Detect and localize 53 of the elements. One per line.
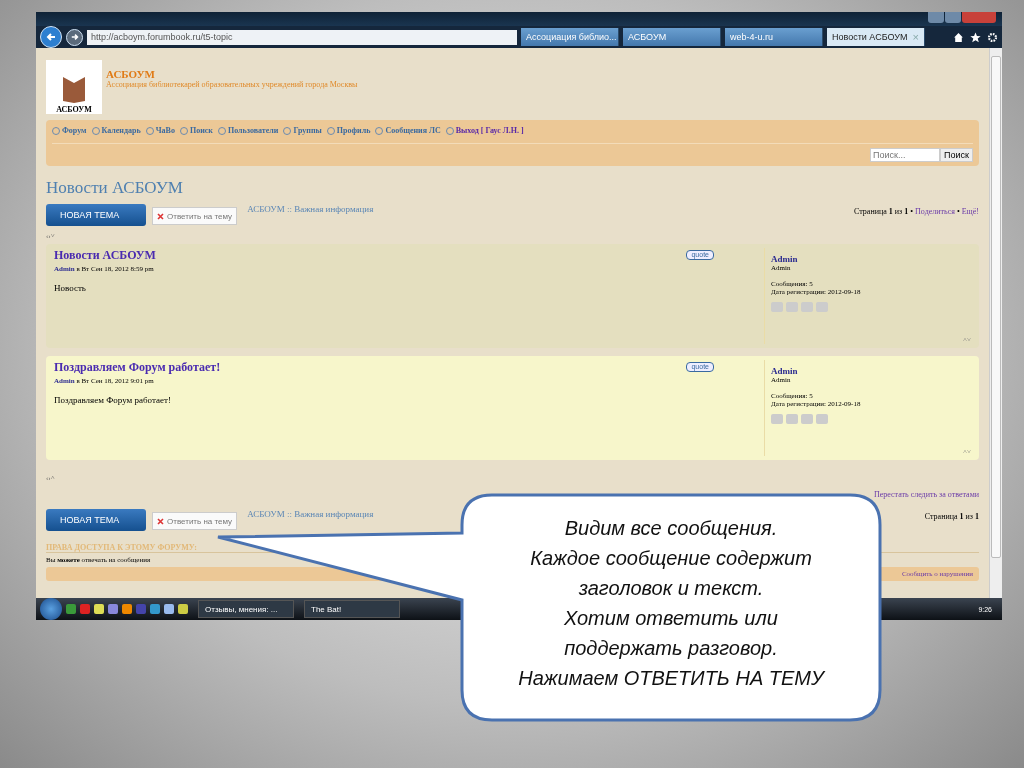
scrollbar[interactable]	[989, 48, 1002, 598]
topic-title: Новости АСБОУМ	[46, 178, 184, 198]
search-button[interactable]: Поиск	[940, 148, 973, 162]
breadcrumb-link[interactable]: АСБОУМ :: Важная информация	[247, 509, 374, 519]
nav-link[interactable]: Сообщения ЛС	[375, 126, 441, 135]
close-icon	[157, 517, 164, 525]
new-topic-button[interactable]: НОВАЯ ТЕМА	[46, 509, 146, 531]
nav-link[interactable]: Профиль	[326, 126, 371, 135]
breadcrumb-link[interactable]: АСБОУМ :: Важная информация	[247, 204, 374, 214]
site-subtitle: Ассоциация библиотекарей образовательных учреждений города Москвы	[106, 80, 358, 89]
nav-link[interactable]: Форум	[52, 126, 87, 135]
post-title[interactable]: Поздравляем Форум работает!	[54, 360, 221, 375]
close-icon	[157, 212, 164, 220]
post-body: Поздравляем Форум работает!	[54, 395, 172, 405]
pagination-text: Страница 1 из 1	[924, 512, 979, 521]
nav-link[interactable]: ЧаВо	[145, 126, 175, 135]
share-link[interactable]: Поделиться	[915, 207, 955, 216]
nav-link[interactable]: Пользователи	[217, 126, 279, 135]
right-arrow-icon	[70, 33, 79, 41]
search-field[interactable]: Поиск...	[870, 148, 941, 162]
maximize-button[interactable]	[945, 12, 961, 23]
more-link[interactable]: Ещё!	[961, 207, 979, 216]
pagination-text: Страница 1 из 1 • Поделиться • Ещё!	[854, 207, 979, 216]
browser-tab[interactable]: Ассоциация библио...	[521, 28, 619, 46]
nav-link[interactable]: Группы	[283, 126, 322, 135]
taskbar-button[interactable]: Отзывы, мнения: ...	[198, 600, 294, 618]
left-arrow-icon	[46, 32, 56, 42]
author-name[interactable]: Admin	[771, 254, 971, 264]
nav-link[interactable]: Поиск	[179, 126, 213, 135]
new-topic-button[interactable]: НОВАЯ ТЕМА	[46, 204, 146, 226]
reply-button[interactable]: Ответить на тему	[152, 512, 238, 530]
nav-link[interactable]: Календарь	[91, 126, 141, 135]
address-bar[interactable]: http://acboym.forumbook.ru/t5-topic	[87, 29, 517, 45]
reply-button[interactable]: Ответить на тему	[152, 207, 238, 225]
logo: АСБОУМ	[46, 60, 102, 114]
close-button[interactable]	[962, 12, 996, 23]
settings-icon[interactable]	[987, 31, 998, 43]
browser-tab[interactable]: web-4-u.ru	[725, 28, 823, 46]
minimize-button[interactable]	[928, 12, 944, 23]
site-title: АСБОУМ	[106, 68, 156, 80]
taskbar-button[interactable]: The Bat!	[304, 600, 400, 618]
author-name[interactable]: Admin	[771, 366, 971, 376]
home-icon[interactable]	[953, 31, 964, 43]
browser-tab[interactable]: Новости АСБОУМ ×	[827, 28, 925, 46]
forward-button[interactable]	[66, 28, 83, 46]
star-icon[interactable]	[970, 31, 981, 43]
nav-link[interactable]: Выход [ Гаус Л.Н. ]	[445, 126, 524, 135]
post-body: Новость	[54, 283, 87, 293]
browser-tab[interactable]: АСБОУМ	[623, 28, 721, 46]
back-button[interactable]	[40, 26, 62, 48]
post-title[interactable]: Новости АСБОУМ	[54, 248, 156, 263]
start-button[interactable]	[40, 598, 62, 620]
unwatch-link[interactable]: Перестать следить за ответами	[873, 490, 979, 499]
